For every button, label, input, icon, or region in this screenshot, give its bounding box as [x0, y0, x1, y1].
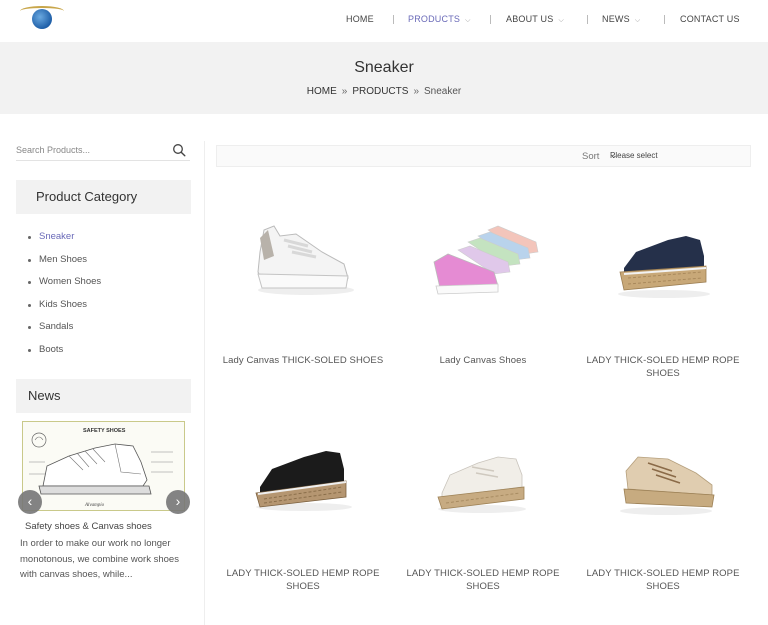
product-card[interactable]: Lady Canvas THICK-SOLED SHOES — [218, 190, 388, 380]
nav-about-us[interactable]: ABOUT US ⌵ — [506, 14, 564, 25]
category-item-sneaker[interactable]: Sneaker — [28, 228, 101, 251]
chevron-down-icon: ⌵ — [634, 17, 641, 24]
navy-espadrille-sneaker-image — [618, 236, 710, 298]
news-excerpt: In order to make our work no longer mono… — [20, 538, 179, 580]
nav-divider — [393, 15, 394, 24]
product-card[interactable]: LADY THICK-SOLED HEMP ROPE SHOES — [398, 403, 568, 593]
page-banner: Sneaker HOME » PRODUCTS » Sneaker — [0, 42, 768, 114]
product-name[interactable]: LADY THICK-SOLED HEMP ROPE SHOES — [578, 567, 748, 593]
main-nav: HOME PRODUCTS ⌵ ABOUT US ⌵ NEWS ⌵ CONTACT U… — [0, 0, 768, 42]
safety-shoe-diagram: SAFETY SHOES Alvampio — [29, 428, 173, 508]
category-item-kids-shoes[interactable]: Kids Shoes — [28, 296, 101, 319]
site-header: HOME PRODUCTS ⌵ ABOUT US ⌵ NEWS ⌵ CONTACT U… — [0, 0, 768, 42]
search-icon[interactable] — [172, 143, 186, 157]
news-title[interactable]: Safety shoes & Canvas shoes — [25, 521, 152, 532]
category-heading: Product Category — [16, 180, 191, 214]
news-image[interactable]: SAFETY SHOES Alvampio — [22, 421, 185, 511]
sort-bar: Sort Please select ⌄ — [216, 145, 751, 167]
product-card[interactable]: LADY THICK-SOLED HEMP ROPE SHOES — [578, 190, 748, 380]
news-heading-text: News — [28, 388, 61, 403]
breadcrumb-home[interactable]: HOME — [307, 86, 337, 97]
search-input[interactable] — [16, 142, 166, 158]
product-name[interactable]: LADY THICK-SOLED HEMP ROPE SHOES — [578, 354, 748, 380]
breadcrumb-separator: » — [413, 86, 419, 97]
breadcrumb-separator: » — [341, 86, 348, 97]
chevron-right-icon: › — [175, 493, 181, 509]
breadcrumb: HOME » PRODUCTS » Sneaker — [0, 86, 768, 97]
nav-divider — [587, 15, 588, 24]
white-platform-sneaker-image — [257, 225, 354, 295]
nav-home[interactable]: HOME — [346, 14, 374, 24]
beige-espadrille-sneaker-image — [620, 456, 715, 515]
product-card[interactable]: LADY THICK-SOLED HEMP ROPE SHOES — [578, 403, 748, 593]
chevron-down-icon: ⌵ — [558, 17, 564, 24]
nav-products[interactable]: PRODUCTS ⌵ — [408, 14, 471, 25]
nav-news[interactable]: NEWS ⌵ — [602, 14, 640, 25]
product-card[interactable]: LADY THICK-SOLED HEMP ROPE SHOES — [218, 403, 388, 593]
product-name[interactable]: Lady Canvas Shoes — [398, 354, 568, 367]
chevron-down-icon: ⌄ — [610, 150, 618, 160]
sort-label: Sort — [582, 151, 600, 162]
product-name[interactable]: LADY THICK-SOLED HEMP ROPE SHOES — [218, 567, 388, 593]
sidebar-divider — [204, 141, 205, 625]
news-heading: News — [16, 379, 191, 413]
news-image-brand: Alvampio — [84, 503, 105, 508]
category-heading-text: Product Category — [36, 189, 138, 204]
category-item-sandals[interactable]: Sandals — [28, 318, 101, 341]
breadcrumb-current: Sneaker — [424, 86, 462, 97]
product-name[interactable]: LADY THICK-SOLED HEMP ROPE SHOES — [398, 567, 568, 593]
sort-select[interactable]: Please select ⌄ — [607, 149, 731, 164]
white-espadrille-sneaker-image — [437, 456, 526, 513]
carousel-next-button[interactable]: › — [166, 490, 190, 514]
nav-contact-us[interactable]: CONTACT US — [680, 14, 740, 24]
product-name[interactable]: Lady Canvas THICK-SOLED SHOES — [218, 354, 388, 367]
black-espadrille-sneaker-image — [255, 451, 352, 511]
nav-divider — [664, 15, 665, 24]
chevron-left-icon: ‹ — [27, 493, 33, 509]
breadcrumb-products[interactable]: PRODUCTS — [352, 86, 408, 97]
glitter-sneakers-set-image — [433, 225, 539, 295]
search-box — [16, 141, 190, 161]
nav-divider — [490, 15, 491, 24]
category-list: Sneaker Men Shoes Women Shoes Kids Shoes… — [28, 228, 101, 363]
carousel-prev-button[interactable]: ‹ — [18, 490, 42, 514]
category-item-men-shoes[interactable]: Men Shoes — [28, 251, 101, 274]
category-item-women-shoes[interactable]: Women Shoes — [28, 273, 101, 296]
category-item-boots[interactable]: Boots — [28, 341, 101, 364]
product-card[interactable]: Lady Canvas Shoes — [398, 190, 568, 380]
chevron-down-icon: ⌵ — [465, 17, 471, 24]
page-title: Sneaker — [354, 59, 414, 76]
news-image-heading: SAFETY SHOES — [83, 428, 126, 434]
